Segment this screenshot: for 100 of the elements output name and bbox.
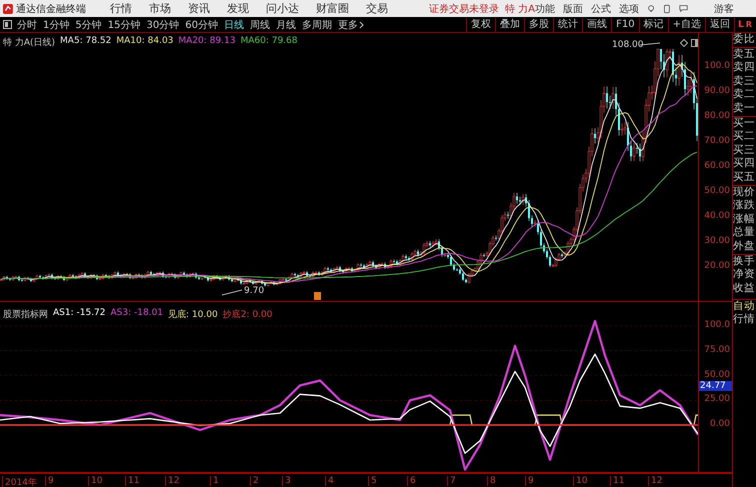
toolbar-button[interactable]: 统计 [553,18,582,32]
side-button[interactable]: 自动 [733,300,756,314]
more-tab[interactable]: 更多 [338,18,358,32]
quote-mode-label[interactable]: L R [734,18,756,32]
indicator-legend-label: AS1: -15.72 [53,308,106,320]
tool-menu-item[interactable]: 公式 [590,2,611,16]
period-tab[interactable]: 60分钟 [185,18,218,32]
indicator-axis-label: 0.00 [710,419,730,429]
event-marker-icon[interactable] [314,292,321,300]
toolbar-button[interactable]: 返回 [705,18,734,32]
panel-toggle-icon[interactable] [3,20,12,29]
price-axis-label: 60.00 [704,161,730,171]
date-axis-label: 12 [165,476,180,486]
price-axis-label: 90.00 [704,86,730,96]
date-axis-label: 3 [282,476,291,486]
price-axis-label: 40.00 [704,211,730,221]
menu-item[interactable]: 行情 [110,1,132,16]
stock-name: 特 力A [504,2,535,16]
menu-item[interactable]: 财富圈 [316,1,349,16]
side-button[interactable]: 行情 [733,313,756,326]
period-tab[interactable]: 分时 [17,18,37,32]
chart-title: 特 力A(日线) [3,36,56,49]
chevron-right-icon [358,20,364,28]
menu-item[interactable]: 问小达 [266,1,299,16]
price-axis-label: 80.00 [704,111,730,121]
toolbar-button[interactable]: 画线 [582,18,612,32]
date-axis-label: 8 [487,476,496,486]
toolbar-button[interactable]: 多股 [524,18,554,32]
menu-item[interactable]: 发现 [226,1,249,16]
user-label[interactable]: 游客 [714,2,734,16]
quote-field-label: 净资 [733,268,756,282]
price-axis-label: 20.00 [704,261,730,271]
date-axis-label: 2014年 [2,476,37,487]
quote-field-label: 总量 [733,226,756,240]
quote-field-label: 卖二 [733,88,756,102]
tool-menu-item[interactable]: 版面 [562,2,583,16]
menu-item[interactable]: 交易 [366,1,388,16]
date-axis-label: 10 [573,476,588,486]
tool-menu-item[interactable]: 功能 [534,2,555,16]
quote-field-label: 外盘 [733,240,756,254]
indicator-axis-label: 75.00 [704,344,730,355]
indicator-axis-label: 25.00 [704,394,730,404]
quote-field-label: 买五 [733,170,756,185]
quote-field-label: 现价 [733,184,756,200]
quote-field-label: 收益 [733,282,756,296]
period-tab[interactable]: 1分钟 [43,18,70,32]
quote-field-label: 买三 [733,144,756,158]
date-axis-label: 5 [368,476,377,486]
date-axis-label: 2 [250,476,259,486]
indicator-legend-label: AS3: -18.01 [110,308,164,320]
quote-field-label: 换手 [733,254,756,268]
date-axis-label: 4 [325,476,334,486]
date-axis-label: 10 [88,476,102,486]
high-price-label: 108.00 [612,40,644,50]
app-logo-icon [3,2,13,14]
toolbar-button[interactable]: +自选 [668,18,705,32]
ma-legend-label: MA10: 84.03 [116,36,174,48]
indicator-title: 股票指标网 [3,308,48,321]
date-axis-label: 12 [648,476,662,486]
period-tab[interactable]: 周线 [250,18,270,32]
quote-field-label: 卖五 [733,46,756,62]
menu-item[interactable]: 市场 [148,1,171,16]
quote-field-label: 卖四 [733,61,756,75]
quote-field-label: 卖三 [733,74,756,88]
period-tab[interactable]: 5分钟 [75,18,102,32]
period-tab[interactable]: 月线 [276,18,296,32]
price-axis-label: 30.00 [704,236,730,246]
date-axis-label: 1 [210,476,219,486]
login-status: 证券交易未登录 [428,2,499,16]
date-axis-label: 6 [407,476,416,486]
bulb-icon[interactable] [646,4,656,14]
period-tab[interactable]: 多周期 [302,18,332,32]
toolbar-button[interactable]: 复权 [466,18,496,32]
toolbar-button[interactable]: 叠加 [495,18,524,32]
toolbar-button[interactable]: F10 [611,18,639,32]
toolbar-button[interactable]: 标记 [638,18,668,32]
tool-menu-item[interactable]: 选项 [618,2,639,16]
window-icon[interactable] [691,39,699,47]
message-icon[interactable] [678,4,688,13]
menu-item[interactable]: 资讯 [188,1,210,16]
date-axis-label: 9 [45,476,54,486]
ma-legend-label: MA5: 78.52 [60,36,112,48]
phone-icon[interactable] [664,4,670,14]
diamond-icon[interactable] [680,39,688,47]
period-tab[interactable]: 日线 [224,18,244,32]
price-axis-label: 50.00 [704,186,730,196]
indicator-legend-label: 抄底2: 0.00 [222,308,272,321]
period-tab[interactable]: 15分钟 [108,18,140,32]
date-axis-label: 9 [525,476,534,486]
quote-field-label: 买一 [733,116,756,130]
leader-line [222,290,242,296]
quote-field-label: 委比 [733,33,756,47]
period-tab[interactable]: 30分钟 [146,18,180,32]
quote-field-label: 买四 [733,157,756,171]
indicator-legend-label: 见底: 10.00 [168,308,218,321]
date-axis-label: 11 [610,476,624,486]
quote-field-label: 涨幅 [733,212,756,226]
low-price-label: 9.70 [244,286,264,296]
quote-field-label: 买二 [733,130,756,144]
current-value-label: 24.77 [699,381,732,391]
